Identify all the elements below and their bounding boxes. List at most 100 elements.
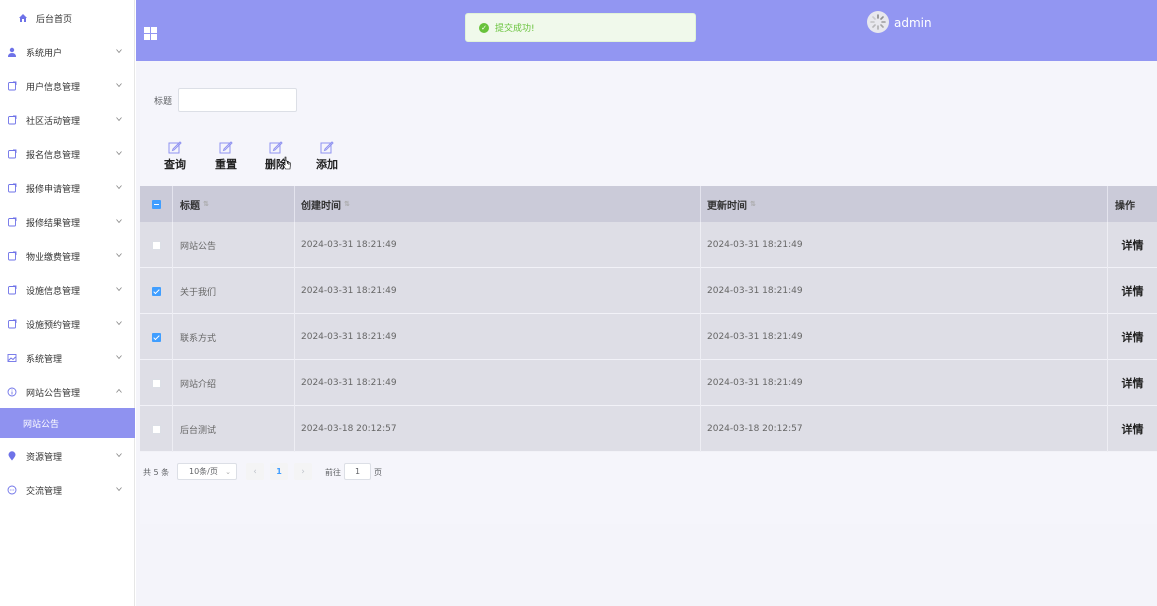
cell-title: 后台测试 (173, 406, 295, 452)
chevron-left-icon: ‹ (253, 466, 257, 477)
table-row: 网站介绍 2024-03-31 18:21:49 2024-03-31 18:21:… (140, 360, 1157, 406)
username[interactable]: admin (894, 16, 932, 30)
cell-title: 关于我们 (173, 268, 295, 314)
sidebar-item[interactable]: 交流管理 (0, 475, 135, 505)
page-number-current[interactable]: 1 (270, 463, 288, 480)
column-header-created[interactable]: 创建时间 ⇅ (295, 186, 701, 222)
row-checkbox[interactable] (151, 424, 161, 434)
column-created-label: 创建时间 (301, 200, 341, 212)
detail-button[interactable]: 详情 (1108, 360, 1157, 406)
detail-button[interactable]: 详情 (1108, 406, 1157, 452)
mouse-cursor-icon (282, 156, 292, 170)
sidebar-item-label: 报修申请管理 (26, 184, 81, 195)
sidebar-item[interactable]: 系统用户 (0, 37, 135, 67)
add-button[interactable]: 添加 (312, 140, 342, 171)
filter-title-label: 标题 (154, 97, 173, 107)
row-checkbox[interactable] (151, 286, 161, 296)
column-header-updated[interactable]: 更新时间 ⇅ (701, 186, 1108, 222)
doc-icon (7, 217, 17, 227)
sidebar-item-label: 系统管理 (26, 354, 63, 365)
sidebar-subitem-notice[interactable]: 网站公告 (0, 408, 135, 438)
select-all-checkbox[interactable] (151, 199, 161, 209)
select-all-cell (140, 186, 173, 222)
table-row: 网站公告 2024-03-31 18:21:49 2024-03-31 18:21:… (140, 222, 1157, 268)
top-header: ✓ 提交成功! admin (136, 0, 1157, 61)
main-content: 标题 查询 重置 删除 添加 标题 ⇅ 创建时间 ⇅ 更新时间 ⇅ 操作 网站公… (136, 61, 1157, 606)
sidebar-item[interactable]: 报名信息管理 (0, 139, 135, 169)
sidebar-item[interactable]: 物业缴费管理 (0, 241, 135, 271)
detail-button[interactable]: 详情 (1108, 314, 1157, 360)
add-label: 添加 (316, 158, 338, 171)
sidebar-item-label: 交流管理 (26, 486, 63, 497)
pagination: 共 5 条 10条/页 ⌄ ‹ 1 › 前往 1 页 (140, 463, 640, 481)
goto-page-input[interactable]: 1 (344, 463, 371, 480)
sidebar-item[interactable]: 报修申请管理 (0, 173, 135, 203)
table-header: 标题 ⇅ 创建时间 ⇅ 更新时间 ⇅ 操作 (140, 186, 1157, 222)
sidebar-item[interactable]: 报修结果管理 (0, 207, 135, 237)
sidebar-item[interactable]: 社区活动管理 (0, 105, 135, 135)
row-checkbox[interactable] (151, 332, 161, 342)
chevron-right-icon: › (301, 466, 305, 477)
chevron-down-icon (116, 320, 122, 326)
cell-title: 网站介绍 (173, 360, 295, 406)
sidebar-item-label: 社区活动管理 (26, 116, 81, 127)
user-icon (7, 47, 17, 57)
sidebar-item-label: 物业缴费管理 (26, 252, 81, 263)
prev-page-button[interactable]: ‹ (246, 463, 264, 480)
edit-icon (320, 140, 334, 154)
row-checkbox[interactable] (151, 240, 161, 250)
row-select-cell (140, 222, 173, 268)
sidebar-item-label: 报名信息管理 (26, 150, 81, 161)
doc-icon (7, 115, 17, 125)
menu-grid-icon[interactable] (144, 27, 157, 40)
cell-created: 2024-03-31 18:21:49 (295, 360, 701, 406)
cell-updated: 2024-03-31 18:21:49 (701, 360, 1108, 406)
doc-icon (7, 251, 17, 261)
query-button[interactable]: 查询 (160, 140, 190, 171)
sidebar-item[interactable]: 设施预约管理 (0, 309, 135, 339)
cell-title: 网站公告 (173, 222, 295, 268)
chevron-down-icon (116, 354, 122, 360)
picture-icon (7, 353, 17, 363)
sidebar: 后台首页 系统用户用户信息管理社区活动管理 报名信息管理 报修申请管理报修结果管理物… (0, 0, 135, 606)
sidebar-item-home[interactable]: 后台首页 (0, 0, 135, 36)
cell-title: 联系方式 (173, 314, 295, 360)
cell-created: 2024-03-18 20:12:57 (295, 406, 701, 452)
reset-button[interactable]: 重置 (211, 140, 241, 171)
chevron-down-icon (116, 252, 122, 258)
sort-icon: ⇅ (344, 200, 350, 208)
sidebar-item[interactable]: 网站公告管理 (0, 377, 135, 407)
sidebar-item-label: 设施预约管理 (26, 320, 81, 331)
detail-button[interactable]: 详情 (1108, 222, 1157, 268)
table-row: 关于我们 2024-03-31 18:21:49 2024-03-31 18:21:… (140, 268, 1157, 314)
edit-icon (219, 140, 233, 154)
doc-icon (7, 149, 17, 159)
sidebar-item[interactable]: 资源管理 (0, 441, 135, 471)
avatar[interactable] (867, 11, 889, 33)
column-header-title[interactable]: 标题 ⇅ (173, 186, 295, 222)
sidebar-item[interactable]: 系统管理 (0, 343, 135, 373)
doc-icon (7, 285, 17, 295)
page-size-select[interactable]: 10条/页 ⌄ (177, 463, 237, 480)
success-toast: ✓ 提交成功! (465, 13, 696, 42)
chevron-down-icon (116, 218, 122, 224)
table-row: 联系方式 2024-03-31 18:21:49 2024-03-31 18:21:… (140, 314, 1157, 360)
row-select-cell (140, 314, 173, 360)
sidebar-item[interactable]: 设施信息管理 (0, 275, 135, 305)
cell-updated: 2024-03-18 20:12:57 (701, 406, 1108, 452)
detail-button[interactable]: 详情 (1108, 268, 1157, 314)
row-checkbox[interactable] (151, 378, 161, 388)
title-search-input[interactable] (178, 88, 297, 112)
sidebar-item[interactable]: 用户信息管理 (0, 71, 135, 101)
pagination-total: 共 5 条 (143, 468, 170, 477)
page-suffix-label: 页 (374, 468, 382, 477)
next-page-button[interactable]: › (294, 463, 312, 480)
column-title-label: 标题 (180, 200, 200, 212)
cell-created: 2024-03-31 18:21:49 (295, 222, 701, 268)
row-select-cell (140, 268, 173, 314)
column-action-label: 操作 (1115, 200, 1135, 212)
doc-icon (7, 81, 17, 91)
chevron-down-icon (116, 452, 122, 458)
sidebar-item-label: 资源管理 (26, 452, 63, 463)
cell-updated: 2024-03-31 18:21:49 (701, 314, 1108, 360)
